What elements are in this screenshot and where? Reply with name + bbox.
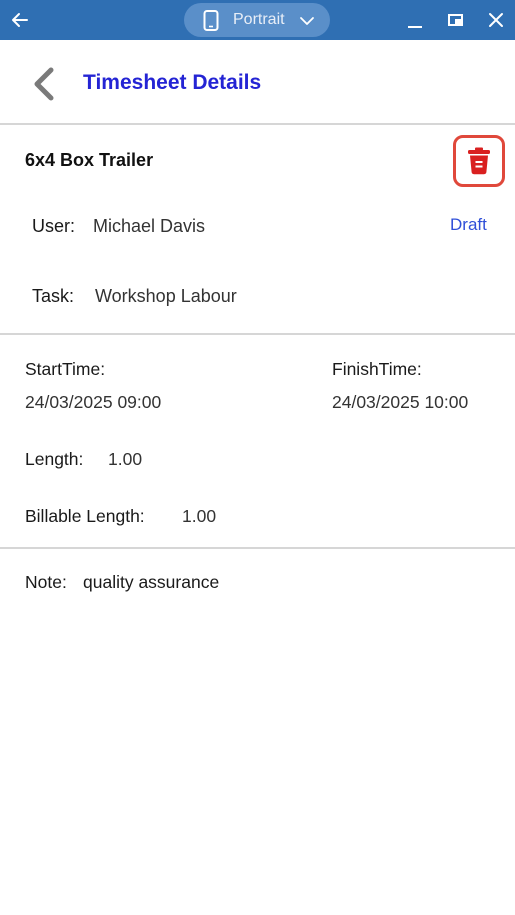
billable-length-label: Billable Length: <box>25 506 145 526</box>
note-label: Note: <box>25 572 67 592</box>
app-header: Timesheet Details <box>0 40 515 124</box>
user-label: User: <box>32 216 76 236</box>
close-icon[interactable] <box>486 10 506 30</box>
header-divider <box>0 123 515 125</box>
finish-time-label: FinishTime: <box>332 359 422 379</box>
orientation-selector[interactable]: Portrait <box>184 3 330 37</box>
length-value: 1.00 <box>108 449 143 469</box>
task-label: Task: <box>32 286 75 306</box>
arrow-left-icon[interactable] <box>10 10 30 30</box>
user-value: Michael Davis <box>93 216 206 236</box>
section-divider-2 <box>0 547 515 549</box>
page-title: Timesheet Details <box>83 71 262 94</box>
start-time-label: StartTime: <box>25 359 106 379</box>
section-divider <box>0 333 515 335</box>
chevron-down-icon <box>299 14 315 26</box>
task-value: Workshop Labour <box>95 286 237 306</box>
window-title-bar: Portrait <box>0 0 515 40</box>
finish-time-value: 24/03/2025 10:00 <box>332 392 469 412</box>
item-name: 6x4 Box Trailer <box>25 150 154 170</box>
status-badge: Draft <box>450 215 487 234</box>
back-chevron-icon[interactable] <box>30 67 58 101</box>
note-value: quality assurance <box>83 572 220 592</box>
billable-length-value: 1.00 <box>182 506 217 526</box>
minimize-icon[interactable] <box>405 11 425 31</box>
orientation-label: Portrait <box>233 11 285 28</box>
restore-window-icon[interactable] <box>446 10 466 30</box>
length-label: Length: <box>25 449 84 469</box>
start-time-value: 24/03/2025 09:00 <box>25 392 162 412</box>
phone-icon <box>203 10 219 31</box>
delete-button[interactable] <box>453 135 505 187</box>
